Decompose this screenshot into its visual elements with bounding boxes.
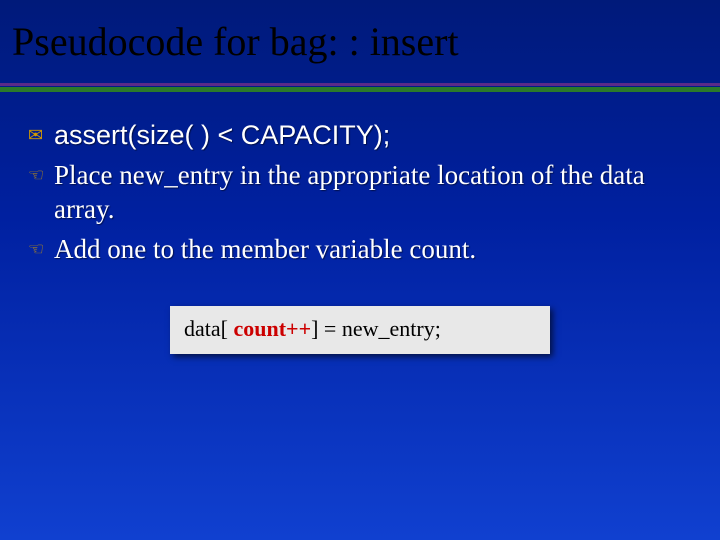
code-segment: ] = new_entry; [311, 316, 441, 341]
content-area: ✉ assert(size( ) < CAPACITY); ☜ Place ne… [0, 92, 720, 354]
title-block: Pseudocode for bag: : insert [0, 0, 720, 65]
list-item: ☜ Add one to the member variable count. [28, 232, 692, 266]
slide: Pseudocode for bag: : insert ✉ assert(si… [0, 0, 720, 540]
list-item: ✉ assert(size( ) < CAPACITY); [28, 118, 692, 152]
bullet-text: Add one to the member variable count. [54, 232, 476, 266]
hand-left-icon: ☜ [28, 232, 54, 266]
divider-purple [0, 83, 720, 86]
slide-title: Pseudocode for bag: : insert [12, 18, 708, 65]
list-item: ☜ Place new_entry in the appropriate loc… [28, 158, 692, 226]
code-segment: data[ [184, 316, 233, 341]
code-highlight: count++ [233, 316, 311, 341]
code-box: data[ count++] = new_entry; [170, 306, 550, 354]
envelope-icon: ✉ [28, 118, 54, 152]
divider [0, 83, 720, 92]
bullet-text: assert(size( ) < CAPACITY); [54, 118, 390, 152]
bullet-text: Place new_entry in the appropriate locat… [54, 158, 692, 226]
hand-left-icon: ☜ [28, 158, 54, 192]
